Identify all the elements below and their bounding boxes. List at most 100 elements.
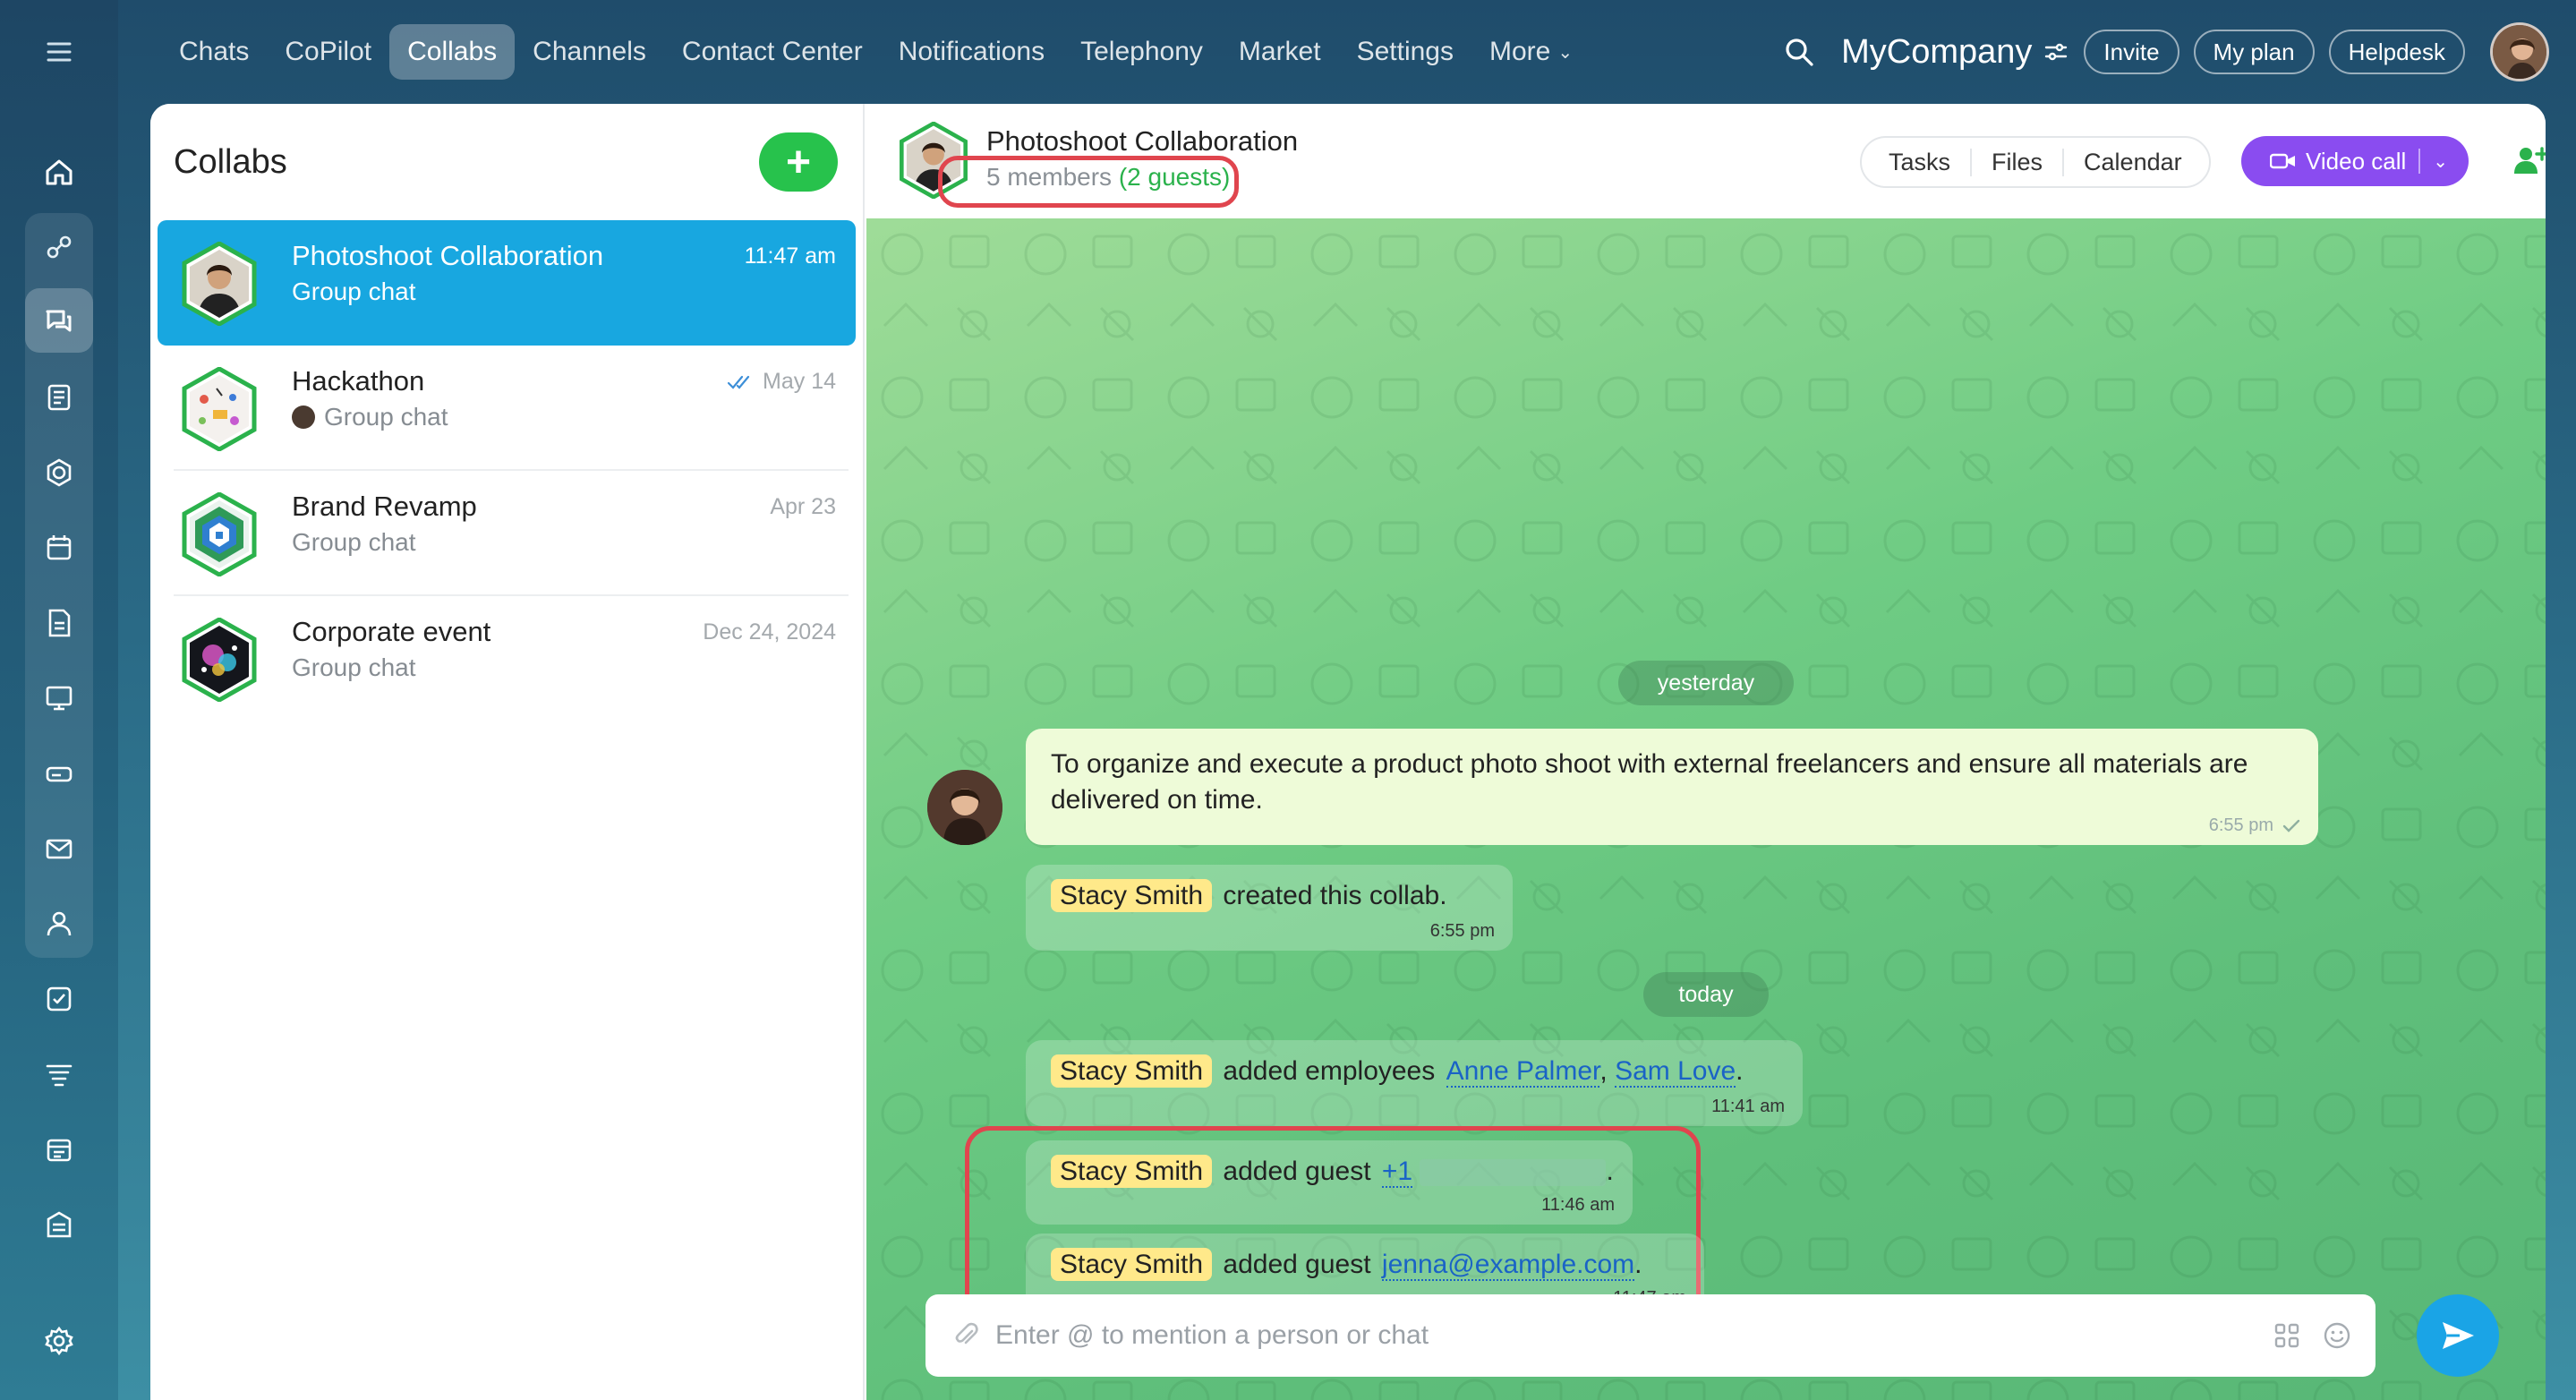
left-rail <box>0 0 118 1400</box>
chat-name: Brand Revamp <box>292 491 477 522</box>
chat-subtitle: Group chat <box>292 528 416 556</box>
tasks-tab[interactable]: Tasks <box>1869 148 1973 176</box>
chat-item-brand-revamp[interactable]: Brand Revamp Group chat Apr 23 <box>158 471 856 596</box>
top-navigation: Chats CoPilot Collabs Channels Contact C… <box>161 23 1591 81</box>
message-time-row: 6:55 pm <box>2209 815 2300 836</box>
header-tabs: Tasks Files Calendar <box>1860 136 2211 188</box>
chat-time: May 14 <box>763 369 836 394</box>
period: . <box>1606 1157 1614 1186</box>
company-name: MyCompany <box>1841 32 2033 71</box>
nav-more[interactable]: More ⌄ <box>1471 24 1591 80</box>
send-button[interactable] <box>2417 1294 2499 1377</box>
message-text: added guest <box>1223 1250 1371 1279</box>
nav-channels[interactable]: Channels <box>515 24 664 80</box>
paperclip-icon[interactable] <box>951 1320 981 1351</box>
company-switcher[interactable]: MyCompany <box>1841 33 2069 72</box>
home-icon[interactable] <box>25 140 93 204</box>
mail-icon[interactable] <box>25 816 93 881</box>
chat-subtitle-row: Group chat <box>292 403 448 431</box>
message-line: Stacy Smith added guest jenna@example.co… <box>1051 1248 1642 1281</box>
author-mention[interactable]: Stacy Smith <box>1051 1155 1213 1188</box>
menu-icon[interactable] <box>25 20 93 84</box>
nav-market[interactable]: Market <box>1221 24 1339 80</box>
employee-link-sam[interactable]: Sam Love <box>1615 1056 1736 1088</box>
tasks-icon[interactable] <box>25 967 93 1031</box>
emoji-icon[interactable] <box>2322 1320 2352 1351</box>
add-collab-button[interactable]: + <box>759 132 838 192</box>
add-member-icon[interactable] <box>2510 140 2546 181</box>
mini-avatar <box>292 405 315 429</box>
dropdown-divider <box>2418 149 2421 174</box>
message-added-employees: Stacy Smith added employees Anne Palmer,… <box>1026 1040 1803 1126</box>
video-call-button[interactable]: Video call ⌄ <box>2241 136 2469 186</box>
period: . <box>1634 1250 1642 1279</box>
nav-copilot[interactable]: CoPilot <box>267 24 389 80</box>
author-mention[interactable]: Stacy Smith <box>1051 879 1213 912</box>
user-avatar[interactable] <box>2490 22 2549 81</box>
boards-icon[interactable] <box>25 666 93 730</box>
drive-icon[interactable] <box>25 741 93 806</box>
list-header: Collabs + <box>150 104 863 220</box>
author-mention[interactable]: Stacy Smith <box>1051 1248 1213 1281</box>
message-text: created this collab. <box>1223 881 1447 910</box>
chat-item-photoshoot[interactable]: Photoshoot Collaboration Group chat 11:4… <box>158 220 856 346</box>
plus-icon: + <box>785 138 812 186</box>
period: . <box>1736 1056 1744 1086</box>
chat-name: Photoshoot Collaboration <box>292 240 604 271</box>
employees-icon[interactable] <box>25 892 93 956</box>
message-created: Stacy Smith created this collab. 6:55 pm <box>1026 865 1513 951</box>
chat-subtitle: Group chat <box>324 403 448 431</box>
calendar-tab[interactable]: Calendar <box>2064 149 2202 176</box>
files-tab[interactable]: Files <box>1972 148 2065 176</box>
message-composer[interactable]: Enter @ to mention a person or chat <box>925 1294 2376 1377</box>
my-plan-button[interactable]: My plan <box>2193 30 2315 74</box>
conversation-title: Photoshoot Collaboration <box>986 125 1299 157</box>
docs-icon[interactable] <box>25 591 93 655</box>
message-text: added employees <box>1223 1056 1436 1086</box>
sites-icon[interactable] <box>25 1192 93 1257</box>
nav-notifications[interactable]: Notifications <box>881 24 1062 80</box>
collabs-icon[interactable] <box>25 288 93 353</box>
groups-icon[interactable] <box>25 440 93 505</box>
calendar-icon[interactable] <box>25 516 93 580</box>
guest-email-link[interactable]: jenna@example.com <box>1381 1250 1635 1281</box>
message-input[interactable]: Enter @ to mention a person or chat <box>995 1320 2273 1351</box>
collab-avatar <box>177 491 261 577</box>
nav-collabs[interactable]: Collabs <box>389 24 516 80</box>
collab-avatar <box>177 617 261 703</box>
nav-settings[interactable]: Settings <box>1339 24 1471 80</box>
collabs-list-pane: Collabs + Photoshoot Collaboration Group… <box>150 104 865 1400</box>
search-icon[interactable] <box>1782 35 1816 69</box>
booking-icon[interactable] <box>25 1117 93 1182</box>
settings-icon[interactable] <box>25 1309 93 1373</box>
nav-chats[interactable]: Chats <box>161 24 267 80</box>
check-icon <box>2282 819 2300 833</box>
author-mention[interactable]: Stacy Smith <box>1051 1054 1213 1088</box>
copilot-icon[interactable] <box>25 215 93 279</box>
chat-subtitle: Group chat <box>292 277 416 305</box>
message-text: added guest <box>1223 1157 1371 1186</box>
nav-telephony[interactable]: Telephony <box>1062 24 1221 80</box>
nav-contact-center[interactable]: Contact Center <box>664 24 881 80</box>
chat-time: Apr 23 <box>770 494 836 519</box>
apps-grid-icon[interactable] <box>2273 1322 2300 1349</box>
crm-icon[interactable] <box>25 1042 93 1106</box>
chevron-down-icon[interactable]: ⌄ <box>2433 150 2448 173</box>
conversation-header: Photoshoot Collaboration 5 members (2 gu… <box>866 104 2546 218</box>
helpdesk-button[interactable]: Helpdesk <box>2328 30 2465 74</box>
collab-avatar <box>177 366 261 452</box>
camera-icon <box>2270 151 2297 171</box>
conversation-body: yesterday To organize and execute a prod… <box>866 218 2546 1400</box>
chat-item-corporate-event[interactable]: Corporate event Group chat Dec 24, 2024 <box>158 596 856 721</box>
members-highlight <box>938 156 1239 208</box>
feed-icon[interactable] <box>25 365 93 430</box>
employee-link-anne[interactable]: Anne Palmer <box>1446 1056 1600 1088</box>
date-separator-yesterday: yesterday <box>1618 661 1794 705</box>
nav-more-label: More <box>1488 37 1551 66</box>
guest-phone-link[interactable]: +1 <box>1381 1157 1413 1188</box>
message-time: 6:55 pm <box>2208 815 2273 835</box>
message-line: Stacy Smith added guest +1 . <box>1051 1155 1614 1188</box>
author-avatar[interactable] <box>927 770 1002 845</box>
invite-button[interactable]: Invite <box>2084 30 2179 74</box>
chat-item-hackathon[interactable]: Hackathon Group chat May 14 <box>158 346 856 471</box>
